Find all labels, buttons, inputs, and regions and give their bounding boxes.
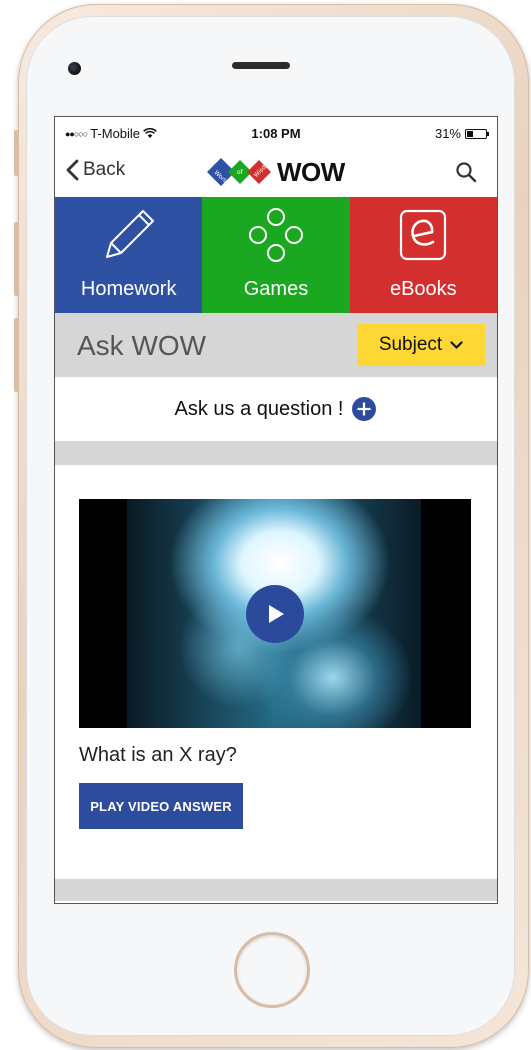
back-label: Back [83,159,126,180]
category-label: Homework [80,278,177,300]
section-title: Ask WOW [77,330,207,361]
category-tiles: Homework Games eBooks [55,197,497,313]
video-player[interactable] [79,499,471,728]
question-card: What is an X ray? PLAY VIDEO ANSWER [55,465,497,853]
separator [55,441,497,465]
status-right: 31% [434,126,489,141]
category-games[interactable]: Games [202,197,350,313]
play-video-button[interactable] [246,585,304,643]
app-screen: ●●○○○ T-Mobile 1:08 PM 31% Back World of… [54,116,498,904]
world-of-wisdom-logo-icon: World of Wisdom [207,157,273,186]
wow-logo: World of Wisdom WOW [207,157,345,188]
subject-label: Subject [378,334,443,355]
separator [55,879,497,901]
ask-question-row: Ask us a question ! [55,377,497,441]
pencil-icon [99,204,159,266]
play-icon [269,605,284,623]
front-camera [68,62,81,75]
battery-percent: 31% [434,126,461,141]
logo-text: WOW [277,157,345,187]
navigation-bar: Back World of Wisdom WOW [55,149,497,197]
home-button[interactable] [234,932,310,1008]
category-ebooks[interactable]: eBooks [349,197,497,313]
volume-down-button [14,318,19,392]
games-dots-icon [246,204,306,266]
status-time: 1:08 PM [251,126,301,141]
category-label: Games [243,278,309,300]
plus-circle-icon [352,397,377,421]
question-text: What is an X ray? [79,744,237,766]
status-bar: ●●○○○ T-Mobile 1:08 PM 31% [55,117,497,149]
chevron-left-icon [66,159,79,181]
chevron-down-icon [450,340,463,349]
play-video-answer-button[interactable]: PLAY VIDEO ANSWER [79,783,243,829]
ask-prompt[interactable]: Ask us a question ! [175,398,344,421]
earpiece-speaker [232,62,290,69]
add-question-button[interactable] [351,396,377,422]
category-homework[interactable]: Homework [55,197,203,313]
back-button[interactable]: Back [65,159,125,181]
search-icon [456,162,477,183]
subject-dropdown[interactable]: Subject [357,324,485,366]
mute-switch [14,130,19,176]
category-label: eBooks [389,278,457,300]
search-button[interactable] [455,161,477,188]
volume-up-button [14,222,19,296]
logo-word-of: of [237,169,244,176]
battery-level-fill [467,130,473,137]
ebook-icon [393,204,453,266]
ask-wow-header: Ask WOW Subject [55,313,497,377]
battery-icon [465,128,489,139]
